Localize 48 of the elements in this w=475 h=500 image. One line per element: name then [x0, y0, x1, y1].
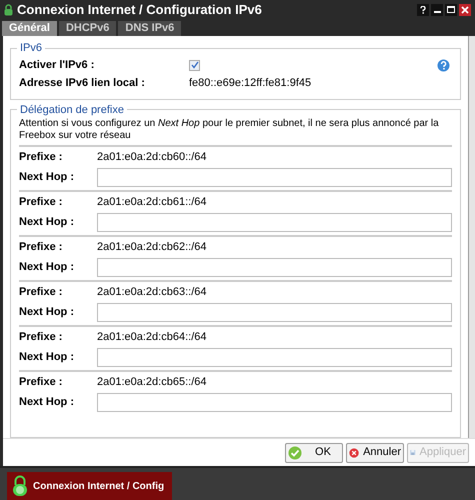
- padlock-icon: [4, 4, 13, 16]
- field-label: Next Hop :: [19, 215, 75, 230]
- field-label: Adresse IPv6 lien local :: [19, 76, 146, 91]
- field-value: 2a01:e0a:2d:cb64::/64: [97, 330, 206, 346]
- tab[interactable]: Général: [2, 21, 57, 36]
- padlock-icon: [12, 475, 28, 497]
- field-label: Prefixe :: [19, 150, 64, 166]
- field-label: Prefixe :: [19, 195, 64, 210]
- help-button[interactable]: [417, 4, 429, 16]
- checkbox[interactable]: [189, 60, 200, 70]
- field-label: Prefixe :: [19, 330, 64, 346]
- field-label: Activer l'IPv6 :: [19, 58, 96, 73]
- help-icon[interactable]: [437, 58, 450, 72]
- minimize-button[interactable]: [431, 4, 443, 16]
- dialog-button[interactable]: OK: [285, 442, 343, 462]
- close-button[interactable]: [459, 4, 471, 16]
- field-value: 2a01:e0a:2d:cb63::/64: [97, 285, 206, 300]
- scrollbar[interactable]: [468, 36, 475, 438]
- field-value: 2a01:e0a:2d:cb65::/64: [97, 375, 206, 390]
- taskbar-item[interactable]: Connexion Internet / Config: [7, 472, 172, 500]
- tab[interactable]: DHCPv6: [58, 21, 116, 36]
- field-label: Next Hop :: [19, 395, 75, 410]
- field-label: Next Hop :: [19, 305, 75, 320]
- warning-text: Attention si vous configurez un Next Hop pour le premier subnet, il ne sera plus annoncé par la Freebox sur votre réseau: [19, 118, 440, 143]
- field-label: Prefixe :: [19, 375, 64, 390]
- field-label: Prefixe :: [19, 240, 64, 256]
- field-value: 2a01:e0a:2d:cb61::/64: [97, 195, 206, 210]
- field-value: 2a01:e0a:2d:cb60::/64: [97, 150, 206, 166]
- window-title: Connexion Internet / Configuration IPv6: [17, 0, 262, 19]
- input-field[interactable]: [97, 258, 452, 277]
- field-label: Next Hop :: [19, 170, 75, 186]
- dialog-button[interactable]: Annuler: [346, 442, 404, 462]
- tab[interactable]: DNS IPv6: [118, 21, 182, 36]
- input-field[interactable]: [97, 168, 452, 187]
- maximize-button[interactable]: [445, 4, 457, 16]
- input-field[interactable]: [97, 213, 452, 232]
- field-value: fe80::e69e:12ff:fe81:9f45: [189, 76, 312, 91]
- cancel-icon: [349, 446, 360, 460]
- field-value: 2a01:e0a:2d:cb62::/64: [97, 240, 206, 256]
- panel-title: Délégation de prefixe: [19, 102, 125, 118]
- field-label: Prefixe :: [19, 285, 64, 300]
- input-field[interactable]: [97, 303, 452, 322]
- check-icon: [288, 446, 302, 460]
- field-label: Next Hop :: [19, 260, 75, 276]
- panel-title: IPv6: [19, 41, 44, 56]
- input-field[interactable]: [97, 348, 452, 367]
- field-label: Next Hop :: [19, 350, 75, 366]
- input-field[interactable]: [97, 393, 452, 412]
